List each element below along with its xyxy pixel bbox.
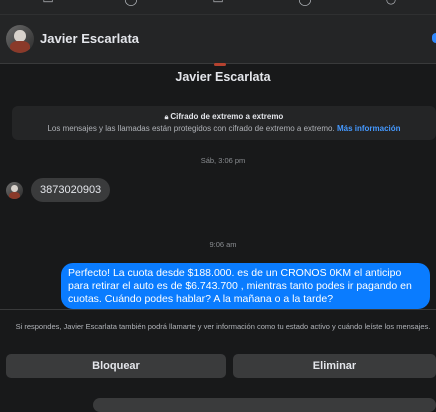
encryption-notice: 🔒︎ Cifrado de extremo a extremo Los mensa… — [12, 106, 436, 140]
avatar — [6, 182, 23, 199]
home-icon[interactable]: ▭ — [40, 0, 56, 6]
top-navigation-bar: ▭ ◯ ▭ ◯ ◡ — [0, 0, 436, 15]
encryption-body: Los mensajes y las llamadas están proteg… — [47, 124, 335, 133]
notifications-icon[interactable]: ◡ — [383, 0, 399, 6]
message-timestamp: 9:06 am — [209, 240, 237, 249]
message-request-footer: Si respondes, Javier Escarlata también p… — [0, 310, 436, 412]
profile-icon[interactable]: ◯ — [297, 0, 313, 6]
privacy-notice: Si respondes, Javier Escarlata también p… — [15, 322, 431, 331]
profile-avatar-edge — [214, 63, 226, 66]
chat-header: Javier Escarlata — [0, 15, 436, 64]
incoming-message[interactable]: 3873020903 — [31, 178, 111, 202]
avatar[interactable] — [6, 25, 34, 53]
messenger-icon[interactable]: ◯ — [123, 0, 139, 6]
marketplace-icon[interactable]: ▭ — [210, 0, 226, 6]
outgoing-message[interactable]: Perfecto! La cuota desde $188.000. es de… — [61, 263, 430, 309]
block-button[interactable]: Bloquear — [6, 354, 226, 378]
info-icon[interactable] — [432, 33, 436, 43]
composer-field[interactable] — [93, 398, 436, 412]
lock-icon: 🔒︎ — [164, 114, 169, 121]
encryption-title: Cifrado de extremo a extremo — [170, 112, 284, 121]
contact-name[interactable]: Javier Escarlata — [40, 31, 139, 46]
delete-button[interactable]: Eliminar — [233, 354, 436, 378]
profile-name: Javier Escarlata — [175, 70, 271, 84]
message-timestamp: Sáb, 3:06 pm — [200, 156, 246, 165]
more-info-link[interactable]: Más información — [337, 124, 401, 133]
